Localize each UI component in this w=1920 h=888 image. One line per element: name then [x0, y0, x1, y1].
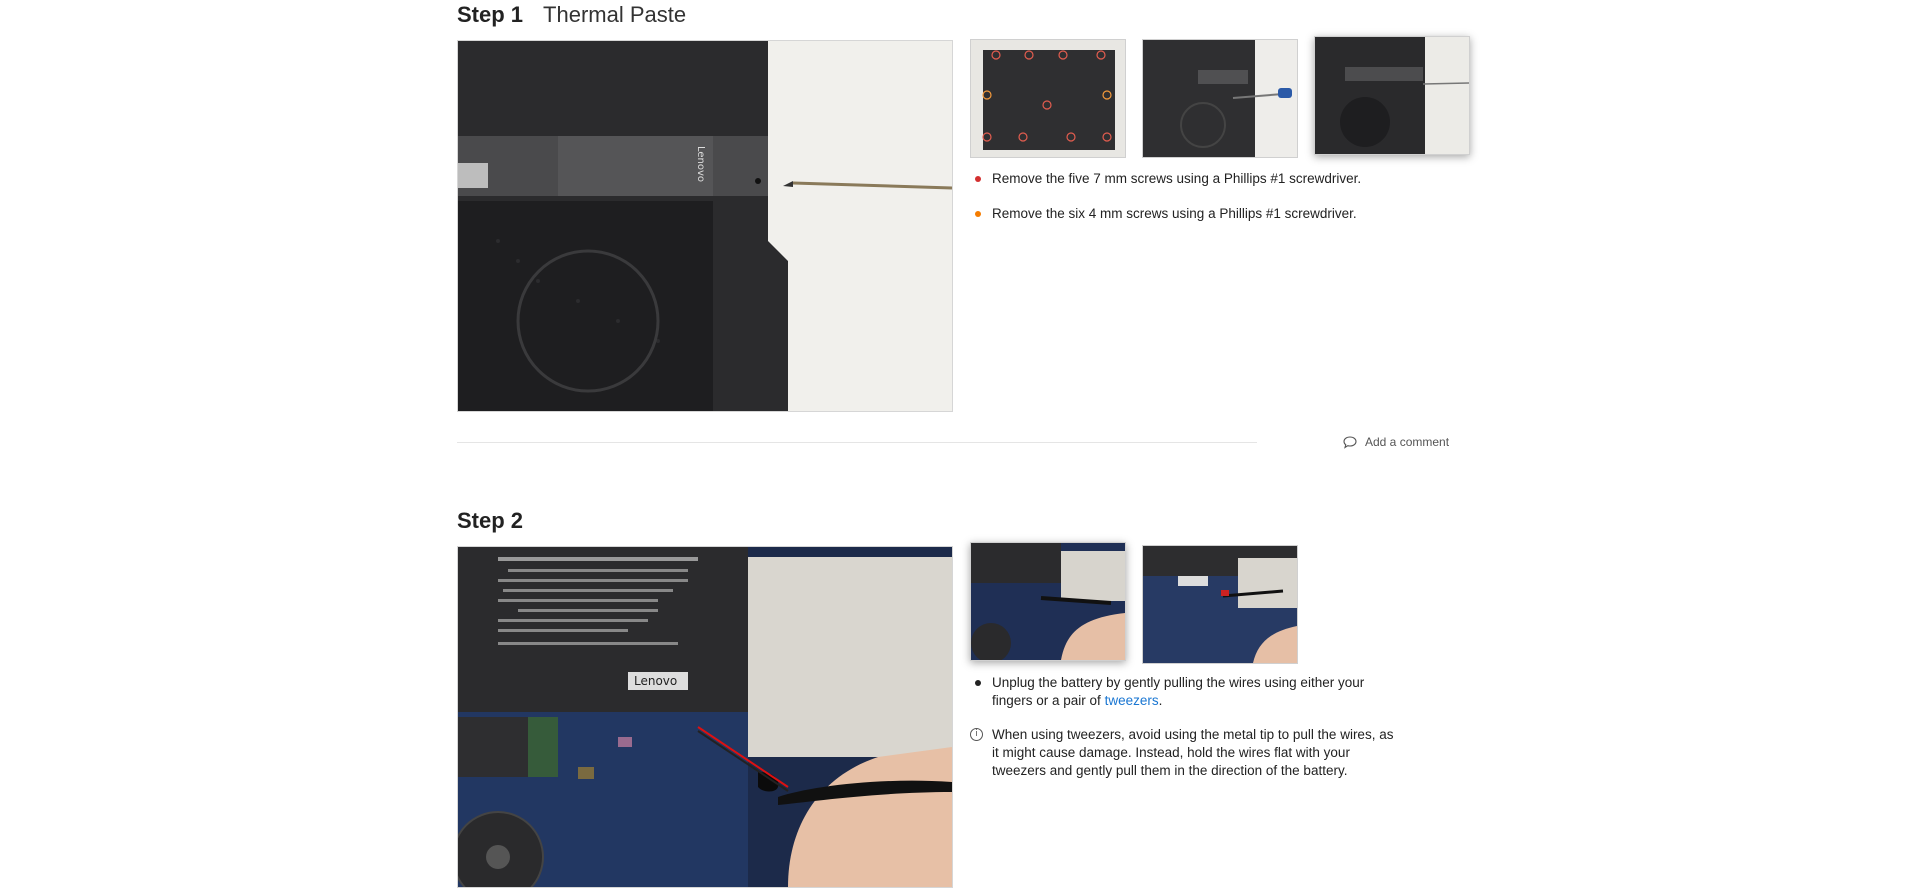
step-1-photo-brand: Lenovo: [695, 146, 706, 182]
step-1-bullet-2: Remove the six 4 mm screws using a Phill…: [970, 205, 1400, 223]
step-2-bullet-1-text: Unplug the battery by gently pulling the…: [992, 675, 1365, 708]
comment-icon: [1343, 436, 1357, 449]
step-1-instructions: Remove the five 7 mm screws using a Phil…: [970, 170, 1400, 223]
step-2-thumbnail-1[interactable]: [970, 542, 1126, 661]
step-2-note: i When using tweezers, avoid using the m…: [970, 726, 1400, 780]
step-1-main-image[interactable]: Lenovo: [457, 40, 953, 412]
step-1-title: Thermal Paste: [543, 2, 687, 27]
step-2-photo-brand: Lenovo: [634, 674, 677, 688]
step-2-bullet-1-end: .: [1158, 693, 1163, 708]
tweezers-link[interactable]: tweezers: [1105, 693, 1159, 708]
step-2-main-image[interactable]: Lenovo: [457, 546, 953, 888]
orange-bullet-marker: [975, 211, 981, 217]
step-2-instructions: Unplug the battery by gently pulling the…: [970, 674, 1400, 780]
step-1-bullet-2-text: Remove the six 4 mm screws using a Phill…: [992, 206, 1357, 221]
step-1-bullet-1: Remove the five 7 mm screws using a Phil…: [970, 170, 1400, 188]
black-bullet-marker: [975, 680, 981, 686]
step-2-thumbnail-2[interactable]: [1142, 545, 1298, 664]
add-comment-label: Add a comment: [1365, 435, 1450, 449]
step-2-note-text: When using tweezers, avoid using the met…: [992, 727, 1394, 778]
step-2-number: Step 2: [457, 508, 524, 533]
step-2-heading: Step 2: [457, 508, 523, 538]
step-2-bullet-1: Unplug the battery by gently pulling the…: [970, 674, 1400, 710]
step-divider: [457, 442, 1257, 443]
step-1-number: Step 1: [457, 2, 524, 27]
step-1-bullet-1-text: Remove the five 7 mm screws using a Phil…: [992, 171, 1362, 186]
step-1-thumbnail-1[interactable]: [970, 39, 1126, 158]
red-bullet-marker: [975, 176, 981, 182]
step-1-heading: Step 1 Thermal Paste: [457, 2, 686, 32]
add-comment-button[interactable]: Add a comment: [1343, 435, 1449, 449]
info-icon: i: [970, 728, 983, 741]
step-1-thumbnail-2[interactable]: [1142, 39, 1298, 158]
step-1-thumbnail-3[interactable]: [1314, 36, 1470, 155]
